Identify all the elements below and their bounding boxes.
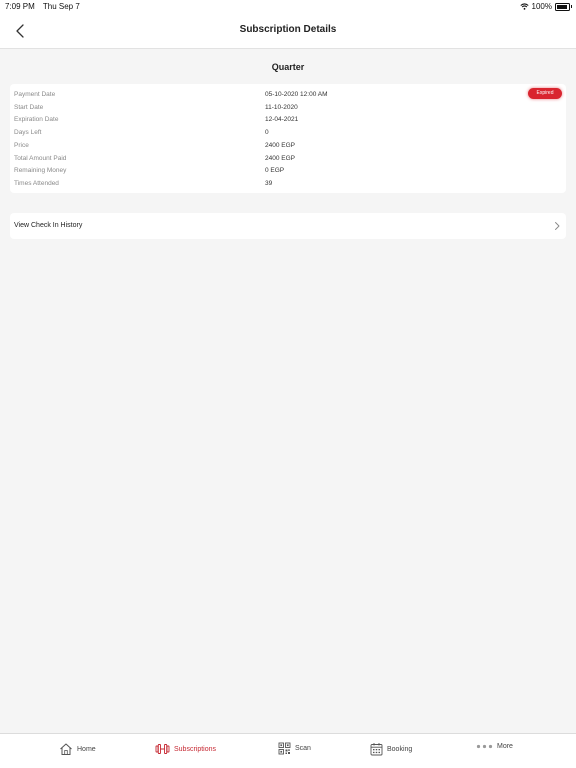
detail-label: Remaining Money [14, 167, 67, 175]
detail-value: 05-10-2020 12:00 AM [265, 91, 328, 98]
qr-code-icon [278, 742, 291, 755]
detail-value: 12-04-2021 [265, 116, 299, 124]
detail-row-expiration-date: Expiration Date 12-04-2021 [10, 114, 566, 126]
status-left: 7:09 PM Thu Sep 7 [5, 2, 86, 11]
detail-row-times-attended: Times Attended 39 [10, 178, 566, 190]
dumbbell-icon [155, 744, 170, 754]
nav-bar: Subscription Details [0, 13, 576, 49]
detail-label: Price [14, 141, 29, 149]
detail-label: Payment Date [14, 91, 56, 98]
history-label: View Check In History [14, 222, 83, 229]
tab-booking-label: Booking [387, 745, 413, 753]
page-title: Subscription Details [239, 24, 337, 35]
home-icon [60, 743, 72, 755]
detail-value: 39 [265, 179, 273, 187]
detail-row-remaining-money: Remaining Money 0 EGP [10, 165, 566, 177]
detail-label: Start Date [14, 103, 44, 111]
tab-home[interactable]: Home [59, 742, 96, 756]
detail-row-price: Price 2400 EGP [10, 140, 566, 152]
detail-label: Total Amount Paid [14, 154, 67, 162]
detail-label: Expiration Date [14, 116, 59, 124]
detail-row-start-date: Start Date 11-10-2020 [10, 102, 566, 114]
tab-scan-label: Scan [295, 745, 311, 752]
subscription-name: Quarter [271, 62, 305, 72]
detail-value: 2400 EGP [265, 154, 295, 162]
status-bar: 7:09 PM Thu Sep 7 100% [0, 0, 576, 13]
tab-more-label: More [497, 742, 513, 750]
view-check-in-history-button[interactable]: View Check In History [10, 213, 566, 239]
tab-more[interactable]: More [476, 742, 513, 750]
detail-value: 11-10-2020 [265, 103, 298, 111]
detail-row-payment-date: Payment Date 05-10-2020 12:00 AM [10, 89, 566, 101]
more-icon [476, 744, 493, 749]
detail-label: Days Left [14, 129, 42, 137]
detail-value: 0 EGP [265, 167, 285, 175]
battery-icon [555, 2, 572, 11]
chevron-right-icon [555, 222, 560, 230]
status-time: 7:09 PM [5, 2, 35, 11]
battery-percent: 100% [531, 2, 552, 11]
tab-scan[interactable]: Scan [278, 742, 311, 755]
tab-booking[interactable]: Booking [370, 742, 412, 756]
calendar-icon [370, 743, 383, 756]
tab-subscriptions-label: Subscriptions [174, 745, 217, 753]
tab-home-label: Home [77, 745, 96, 753]
subscription-details-card: Expired Payment Date 05-10-2020 12:00 AM… [10, 84, 566, 193]
status-right: 100% [519, 2, 572, 11]
detail-value: 0 [265, 129, 269, 137]
detail-row-days-left: Days Left 0 [10, 127, 566, 139]
status-date: Thu Sep 7 [42, 2, 80, 11]
detail-value: 2400 EGP [265, 141, 295, 149]
detail-row-total-paid: Total Amount Paid 2400 EGP [10, 153, 566, 165]
detail-label: Times Attended [14, 179, 59, 187]
tab-subscriptions[interactable]: Subscriptions [155, 742, 216, 756]
wifi-icon [519, 3, 529, 10]
tab-bar: Home Subscriptions Scan Booking More [0, 733, 576, 768]
